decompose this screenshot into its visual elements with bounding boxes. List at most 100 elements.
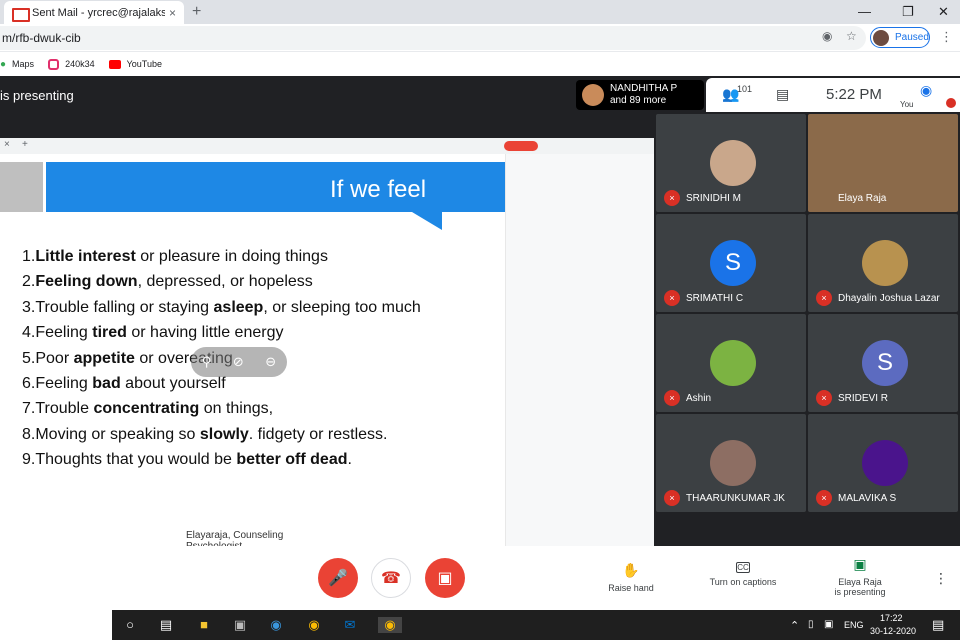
meeting-clock: 5:22 PM xyxy=(826,86,882,103)
edge-icon[interactable]: ◉ xyxy=(268,617,284,633)
mute-icon[interactable]: ⊘ xyxy=(233,354,244,370)
presenter-chip[interactable]: NANDHITHA P and 89 more xyxy=(576,80,704,110)
inner-record-badge xyxy=(504,141,538,151)
participant-name: SRINIDHI M xyxy=(686,193,741,204)
tab-title: Sent Mail - yrcrec@rajalakshmi.e xyxy=(32,6,165,19)
presenting-status: is presenting xyxy=(834,587,886,597)
banner-tail xyxy=(412,212,442,230)
participant-tile-video[interactable]: Elaya Raja xyxy=(808,114,958,212)
chrome-active-icon[interactable]: ◉ xyxy=(378,617,402,633)
chrome-icon[interactable]: ◉ xyxy=(306,617,322,633)
inner-close-icon: × xyxy=(4,139,10,150)
slide-footer: Elayaraja, Counseling Psychologist xyxy=(186,530,284,546)
address-bar: m/rfb-dwuk-cib ◉ ☆ Paused ⋮ xyxy=(0,24,960,52)
gmail-icon xyxy=(12,7,30,22)
profile-button[interactable]: Paused xyxy=(870,27,930,48)
participant-tile[interactable]: S × SRIDEVI R xyxy=(808,314,958,412)
file-explorer-icon[interactable]: ■ xyxy=(196,617,212,633)
presenter-name: NANDHITHA P xyxy=(610,83,678,94)
remove-icon[interactable]: ⊖ xyxy=(265,354,276,370)
chat-icon[interactable]: ▤ xyxy=(776,86,789,103)
leave-call-button[interactable]: ☎ xyxy=(371,558,411,598)
participants-count: 101 xyxy=(737,84,753,94)
list-item: 8.Moving or speaking so slowly. fidgety … xyxy=(22,425,388,443)
bookmark-youtube[interactable]: YouTube xyxy=(108,59,162,69)
close-tab-icon[interactable]: × xyxy=(169,6,176,20)
presenting-label: is presenting xyxy=(0,88,74,103)
meet-bottom-bar xyxy=(0,546,960,610)
list-item: 9.Thoughts that you would be better off … xyxy=(22,451,352,469)
mic-off-icon: × xyxy=(664,390,680,406)
avatar xyxy=(862,440,908,486)
cortana-icon[interactable]: ○ xyxy=(122,617,138,633)
mic-off-icon: × xyxy=(816,390,832,406)
network-icon[interactable]: ▣ xyxy=(824,619,833,630)
participant-tile[interactable]: × Dhayalin Joshua Lazar xyxy=(808,214,958,312)
participant-grid: × SRINIDHI M Elaya Raja S × SRIMATHI C ×… xyxy=(654,112,960,546)
camera-toggle-button[interactable]: ▣ xyxy=(425,558,465,598)
participant-name: Ashin xyxy=(686,393,712,404)
url-input[interactable]: m/rfb-dwuk-cib xyxy=(0,26,866,50)
list-item: 4.Feeling tired or having little energy xyxy=(22,324,284,342)
participant-tile[interactable]: × THAARUNKUMAR JK xyxy=(656,414,806,512)
maximize-icon[interactable]: ❐ xyxy=(902,4,914,20)
avatar: S xyxy=(862,340,908,386)
url-text: m/rfb-dwuk-cib xyxy=(2,31,81,45)
participant-tile[interactable]: × SRINIDHI M xyxy=(656,114,806,212)
pin-icon[interactable]: ⚲ xyxy=(202,354,212,370)
participant-tile[interactable]: × MALAVIKA S xyxy=(808,414,958,512)
new-tab-button[interactable]: + xyxy=(192,3,201,21)
slide-title: If we feel xyxy=(330,176,427,203)
slide-title-banner xyxy=(46,162,505,212)
mic-off-icon: × xyxy=(816,490,832,506)
bookmark-maps[interactable]: ● Maps xyxy=(0,59,34,70)
captions-icon: CC xyxy=(736,562,750,573)
battery-icon[interactable]: ▯ xyxy=(808,619,814,630)
browser-tab-bar: Sent Mail - yrcrec@rajalakshmi.e × + — ❐… xyxy=(0,0,960,24)
self-mic-off-icon xyxy=(946,98,956,108)
raise-hand-button[interactable]: ✋ Raise hand xyxy=(600,562,662,593)
tray-chevron-icon[interactable]: ⌃ xyxy=(790,619,799,632)
captions-button[interactable]: CC Turn on captions xyxy=(700,562,786,587)
raise-hand-label: Raise hand xyxy=(608,583,654,593)
browser-tab[interactable]: Sent Mail - yrcrec@rajalakshmi.e × xyxy=(4,1,184,24)
store-icon[interactable]: ▣ xyxy=(232,617,248,633)
presenting-button[interactable]: ▣ Elaya Raja is presenting xyxy=(822,556,898,597)
language-indicator[interactable]: ENG xyxy=(844,620,864,630)
mail-icon[interactable]: ✉ xyxy=(342,617,358,633)
windows-taskbar: ○ ▤ ■ ▣ ◉ ◉ ✉ ◉ ⌃ ▯ ▣ ENG 17:22 30-12-20… xyxy=(0,610,960,640)
mic-off-icon: × xyxy=(664,290,680,306)
taskbar-time[interactable]: 17:22 xyxy=(880,613,903,623)
taskbar-search-area[interactable] xyxy=(0,610,112,640)
bookmark-star-icon[interactable]: ☆ xyxy=(846,29,857,43)
presenter-more: and 89 more xyxy=(610,95,667,106)
participant-tile[interactable]: × Ashin xyxy=(656,314,806,412)
avatar xyxy=(862,240,908,286)
avatar xyxy=(710,440,756,486)
avatar xyxy=(710,140,756,186)
participant-tile[interactable]: S × SRIMATHI C xyxy=(656,214,806,312)
bookmark-instagram[interactable]: 240k34 xyxy=(48,58,95,70)
bookmarks-bar: ● Maps 240k34 YouTube xyxy=(0,52,960,76)
close-window-icon[interactable]: ✕ xyxy=(938,4,949,20)
hand-icon: ✋ xyxy=(622,562,640,578)
mic-toggle-button[interactable]: 🎤 xyxy=(318,558,358,598)
minimize-icon[interactable]: — xyxy=(858,4,871,19)
list-item: 2.Feeling down, depressed, or hopeless xyxy=(22,273,313,291)
self-avatar-icon[interactable]: ◉ xyxy=(920,82,932,99)
more-options-icon[interactable]: ⋮ xyxy=(934,570,948,587)
participant-name: Elaya Raja xyxy=(838,193,887,204)
task-view-icon[interactable]: ▤ xyxy=(158,617,174,633)
avatar xyxy=(710,340,756,386)
mic-off-icon: × xyxy=(664,490,680,506)
present-screen-icon: ▣ xyxy=(853,556,867,572)
participant-name: SRIDEVI R xyxy=(838,393,889,404)
camera-icon[interactable]: ◉ xyxy=(822,29,832,43)
pin-mute-toolbar: ⚲ ⊘ ⊖ xyxy=(191,347,287,377)
notifications-icon[interactable]: ▤ xyxy=(932,617,944,633)
instagram-icon xyxy=(48,58,60,70)
browser-menu-icon[interactable]: ⋮ xyxy=(940,29,953,45)
taskbar-date[interactable]: 30-12-2020 xyxy=(870,626,916,636)
hang-up-icon: ☎ xyxy=(381,570,401,587)
shared-browser-chrome: × + xyxy=(0,138,654,154)
